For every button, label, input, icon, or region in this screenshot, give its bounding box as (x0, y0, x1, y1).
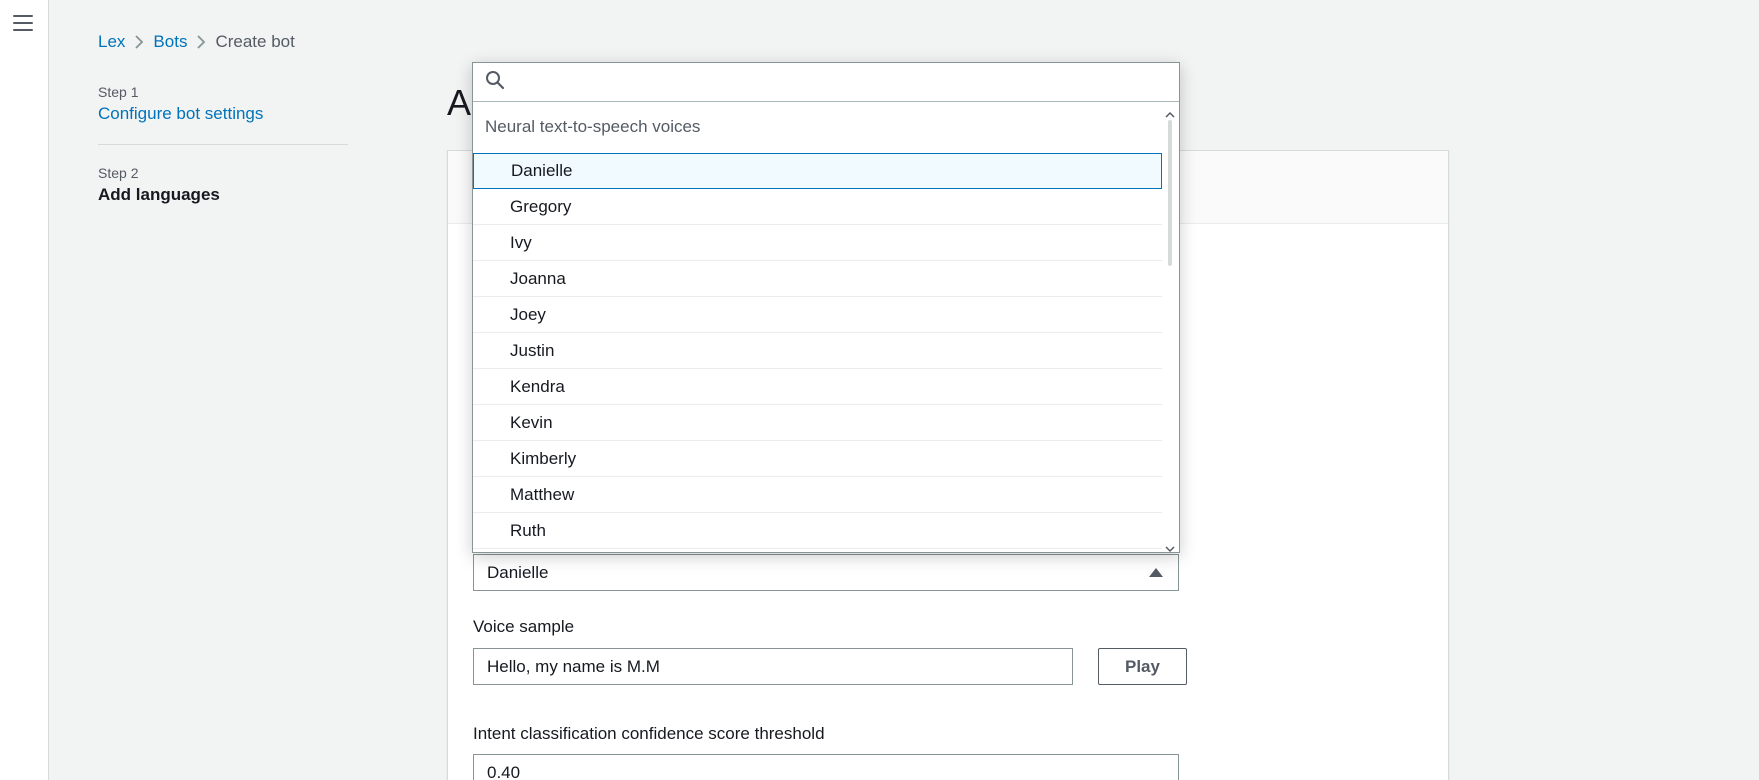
menu-icon[interactable] (13, 15, 33, 32)
voice-option-matthew[interactable]: Matthew (473, 477, 1162, 513)
scroll-down-icon[interactable] (1165, 540, 1175, 553)
voice-sample-input[interactable]: Hello, my name is M.M (473, 648, 1073, 685)
voice-option-gregory[interactable]: Gregory (473, 189, 1162, 225)
voice-option-kendra[interactable]: Kendra (473, 369, 1162, 405)
voice-option-kevin[interactable]: Kevin (473, 405, 1162, 441)
step-1-link[interactable]: Configure bot settings (98, 104, 263, 124)
chevron-right-icon (125, 32, 153, 52)
voice-option-joanna[interactable]: Joanna (473, 261, 1162, 297)
dropdown-search (473, 63, 1179, 102)
dropdown-group-label: Neural text-to-speech voices (485, 117, 701, 136)
voice-option-list: Danielle Gregory Ivy Joanna Joey Justin … (473, 153, 1162, 549)
breadcrumb-bots[interactable]: Bots (153, 32, 187, 52)
caret-up-icon (1149, 568, 1163, 577)
scroll-up-icon[interactable] (1165, 106, 1175, 118)
breadcrumb-lex[interactable]: Lex (98, 32, 125, 52)
search-icon (485, 70, 505, 95)
dropdown-scrollbar[interactable] (1161, 102, 1179, 553)
breadcrumb: Lex Bots Create bot (98, 32, 295, 52)
voice-search-input[interactable] (513, 67, 1179, 97)
voice-select[interactable]: Danielle (473, 554, 1179, 591)
step-1-number: Step 1 (98, 84, 139, 100)
voice-dropdown-menu: Neural text-to-speech voices Danielle Gr… (472, 62, 1180, 553)
chevron-right-icon (187, 32, 215, 52)
scrollbar-thumb[interactable] (1168, 120, 1172, 266)
confidence-threshold-input[interactable]: 0.40 (473, 754, 1179, 780)
voice-option-danielle[interactable]: Danielle (473, 153, 1162, 189)
voice-option-justin[interactable]: Justin (473, 333, 1162, 369)
step-2-number: Step 2 (98, 165, 139, 181)
voice-option-ruth[interactable]: Ruth (473, 513, 1162, 549)
voice-select-value: Danielle (487, 562, 549, 582)
voice-sample-label: Voice sample (473, 617, 575, 636)
page-heading: A (447, 82, 472, 123)
voice-option-joey[interactable]: Joey (473, 297, 1162, 333)
step-divider (98, 144, 348, 145)
confidence-threshold-value: 0.40 (487, 762, 521, 780)
voice-option-ivy[interactable]: Ivy (473, 225, 1162, 261)
breadcrumb-create-bot: Create bot (215, 32, 295, 51)
voice-option-kimberly[interactable]: Kimberly (473, 441, 1162, 477)
confidence-threshold-label: Intent classification confidence score t… (473, 724, 825, 743)
wizard-steps: Step 1 Configure bot settings Step 2 Add… (98, 84, 348, 205)
play-button[interactable]: Play (1098, 648, 1187, 685)
voice-sample-value: Hello, my name is M.M (487, 656, 660, 676)
step-2-label: Add languages (98, 185, 220, 204)
left-nav-rail (0, 0, 49, 780)
